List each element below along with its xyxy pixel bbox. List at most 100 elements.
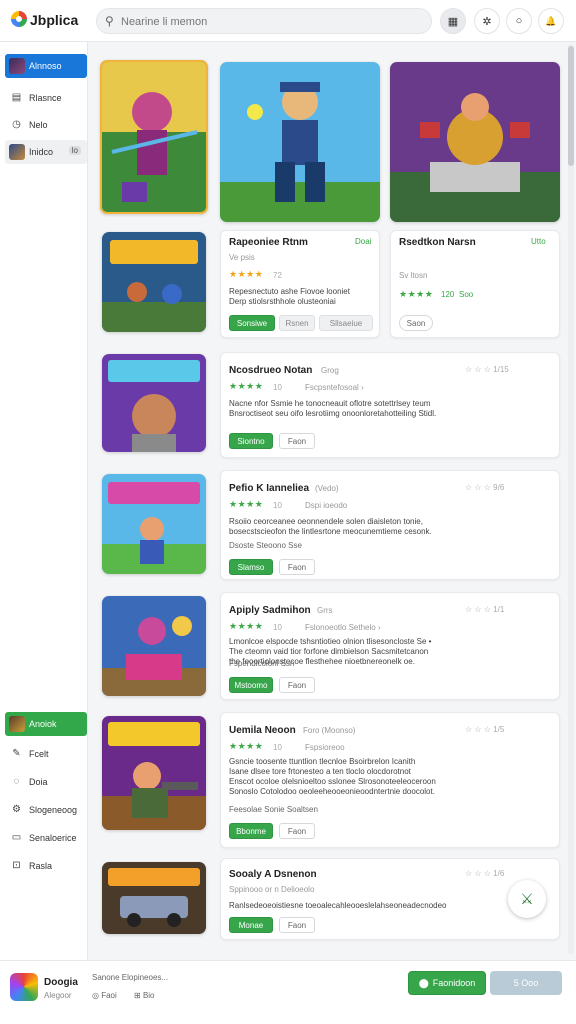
game-artwork — [102, 716, 206, 830]
notification-button[interactable]: 🔔 — [538, 8, 564, 34]
card-description: Repesnectuto ashe Fiovoe looniet Derp st… — [229, 287, 350, 306]
more-button[interactable]: Faon — [279, 677, 315, 693]
more-button[interactable]: Faon — [279, 559, 315, 575]
featured-art-captain[interactable] — [220, 62, 380, 222]
install-button[interactable]: Siontno — [229, 433, 273, 449]
rating-summary: ☆ ☆ ☆ 1/1 — [465, 605, 505, 614]
sidebar-item-alnnoso[interactable]: Alnnoso — [5, 54, 87, 78]
sidebar-item-senaloerice[interactable]: ▭ Senaloerice — [5, 826, 87, 850]
sidebar-item-label: Alnnoso — [29, 61, 62, 71]
download-icon: ⊡ — [12, 860, 21, 871]
status-item-label: Faoi — [101, 991, 117, 1000]
avatar[interactable] — [10, 973, 38, 1001]
primary-action-label: Faonidoon — [432, 978, 476, 988]
star-rating: ★★★★ — [229, 621, 264, 631]
grid-icon: ▦ — [447, 15, 459, 28]
featured-art-heroine[interactable] — [100, 60, 208, 214]
install-button[interactable]: Sonsiwe — [229, 315, 275, 331]
sidebar-item-nelo[interactable]: ◷ Nelo — [5, 113, 87, 137]
list-icon: ▭ — [11, 832, 22, 843]
avatar-thumb — [9, 58, 25, 74]
card-subtitle: Grog — [321, 366, 339, 375]
card-meta: Fspsioreoo — [305, 743, 345, 752]
primary-action-button[interactable]: ⬤ Faonidoon — [408, 971, 486, 995]
puzzle-icon: ✲ — [482, 15, 492, 28]
featured-art-tank[interactable] — [390, 62, 560, 222]
rating-count: 10 — [273, 623, 282, 632]
rating-count: 10 — [273, 383, 282, 392]
clock-icon: ◷ — [12, 119, 21, 130]
list-item[interactable]: Ncosdrueo Notan Grog ☆ ☆ ☆ 1/15 ★★★★ 10 … — [220, 352, 560, 458]
card-meta: Ve psis — [229, 253, 255, 262]
list-item[interactable]: Uemila Neoon Foro (Moonso) ☆ ☆ ☆ 1/5 ★★★… — [220, 712, 560, 848]
sidebar-item-rasla[interactable]: ⊡ Rasla — [5, 854, 87, 878]
sidebar-item-label: Slogeneoog — [29, 805, 78, 815]
install-button[interactable]: Bbonme — [229, 823, 273, 839]
game-tile[interactable] — [102, 862, 206, 934]
puzzle-button[interactable]: ✲ — [474, 8, 500, 34]
rating-count: 10 — [273, 501, 282, 510]
card-meta: Sppinooo or n Delioeolo — [229, 885, 315, 894]
game-artwork — [102, 474, 206, 574]
star-rating: ★★★★ — [229, 499, 264, 509]
game-tile-sloding[interactable] — [102, 232, 206, 332]
rating-count: 10 — [273, 743, 282, 752]
sidebar-item-inidco[interactable]: Inidco lo — [5, 140, 87, 164]
search-input[interactable] — [121, 13, 421, 30]
details-button[interactable]: Sllsaeiue — [319, 315, 373, 331]
download-icon: ⬤ — [418, 977, 429, 988]
card-title: Ncosdrueo Notan — [229, 365, 313, 376]
game-tile[interactable] — [102, 474, 206, 574]
star-rating: ★★★★ — [229, 381, 264, 391]
game-artwork — [102, 862, 206, 934]
sidebar-item-fcelt[interactable]: ✎ Fcelt — [5, 742, 87, 766]
rating-count: 72 — [273, 271, 282, 280]
sidebar: Alnnoso ▤ Rlasnce ◷ Nelo Inidco lo Anoio… — [0, 42, 88, 960]
featured-card[interactable]: Rapeoniee Rtnm Doai Ve psis ★★★★ 72 Repe… — [220, 230, 380, 338]
card-description: Gsncie toosente ttuntlion tlecnloe Bsoir… — [229, 757, 436, 796]
sidebar-item-doia[interactable]: ◌ Doia — [5, 770, 87, 794]
card-meta: Sv ltosn — [399, 271, 428, 280]
sidebar-item-anoiok[interactable]: Anoiok — [5, 712, 87, 736]
bell-icon: 🔔 — [545, 15, 557, 26]
rating-summary: ☆ ☆ ☆ 1/15 — [465, 365, 509, 374]
search-icon: ⚲ — [105, 14, 114, 28]
game-tile[interactable] — [102, 716, 206, 830]
status-item-label: Bio — [142, 991, 155, 1000]
chat-icon: ◌ — [13, 776, 20, 787]
sidebar-item-label: Fcelt — [29, 749, 49, 759]
more-button[interactable]: Faon — [279, 433, 315, 449]
star-rating: ★★★★ — [399, 289, 434, 299]
sidebar-item-slogeneoog[interactable]: ⚙ Slogeneoog — [5, 798, 87, 822]
search-bar[interactable]: ⚲ — [96, 8, 432, 34]
list-item[interactable]: Apiply Sadmihon Grrs ☆ ☆ ☆ 1/1 ★★★★ 10 F… — [220, 592, 560, 700]
scrollbar-track[interactable] — [568, 44, 574, 954]
action-fab[interactable]: ⚔ — [508, 880, 546, 918]
sidebar-item-rlasnce[interactable]: ▤ Rlasnce — [5, 86, 87, 110]
game-tile[interactable] — [102, 596, 206, 696]
scrollbar-thumb[interactable] — [568, 46, 574, 166]
install-button[interactable]: Monae — [229, 917, 273, 933]
app-title: Jbplica — [30, 12, 79, 28]
game-artwork — [102, 232, 206, 332]
card-tag: Utto — [531, 237, 546, 246]
game-tile[interactable] — [102, 354, 206, 452]
save-button[interactable]: Saon — [399, 315, 433, 331]
game-artwork — [102, 596, 206, 696]
list-item[interactable]: Pefio K Ianneliea (Vedo) ☆ ☆ ☆ 9/6 ★★★★ … — [220, 470, 560, 580]
circle-button[interactable]: ○ — [506, 8, 532, 34]
more-button[interactable]: Faon — [279, 917, 315, 933]
more-button[interactable]: Faon — [279, 823, 315, 839]
status-item: ◎ Faoi — [92, 991, 117, 1000]
secondary-action-button[interactable]: 5 Ooo — [490, 971, 562, 995]
install-button[interactable]: Mstoomo — [229, 677, 273, 693]
bottom-bar: Doogia Alegoor Sanone Elopineoes... ◎ Fa… — [0, 960, 576, 1024]
game-artwork — [102, 62, 206, 212]
pen-icon: ✎ — [12, 748, 21, 759]
grid-button[interactable]: ▦ — [440, 8, 466, 34]
rating-summary: ☆ ☆ ☆ 1/5 — [465, 725, 505, 734]
featured-card[interactable]: Rsedtkon Narsn Utto Sv ltosn ★★★★ 120 So… — [390, 230, 560, 338]
install-button[interactable]: Slamso — [229, 559, 273, 575]
game-artwork — [390, 62, 560, 222]
preview-button[interactable]: Rsnen — [279, 315, 315, 331]
